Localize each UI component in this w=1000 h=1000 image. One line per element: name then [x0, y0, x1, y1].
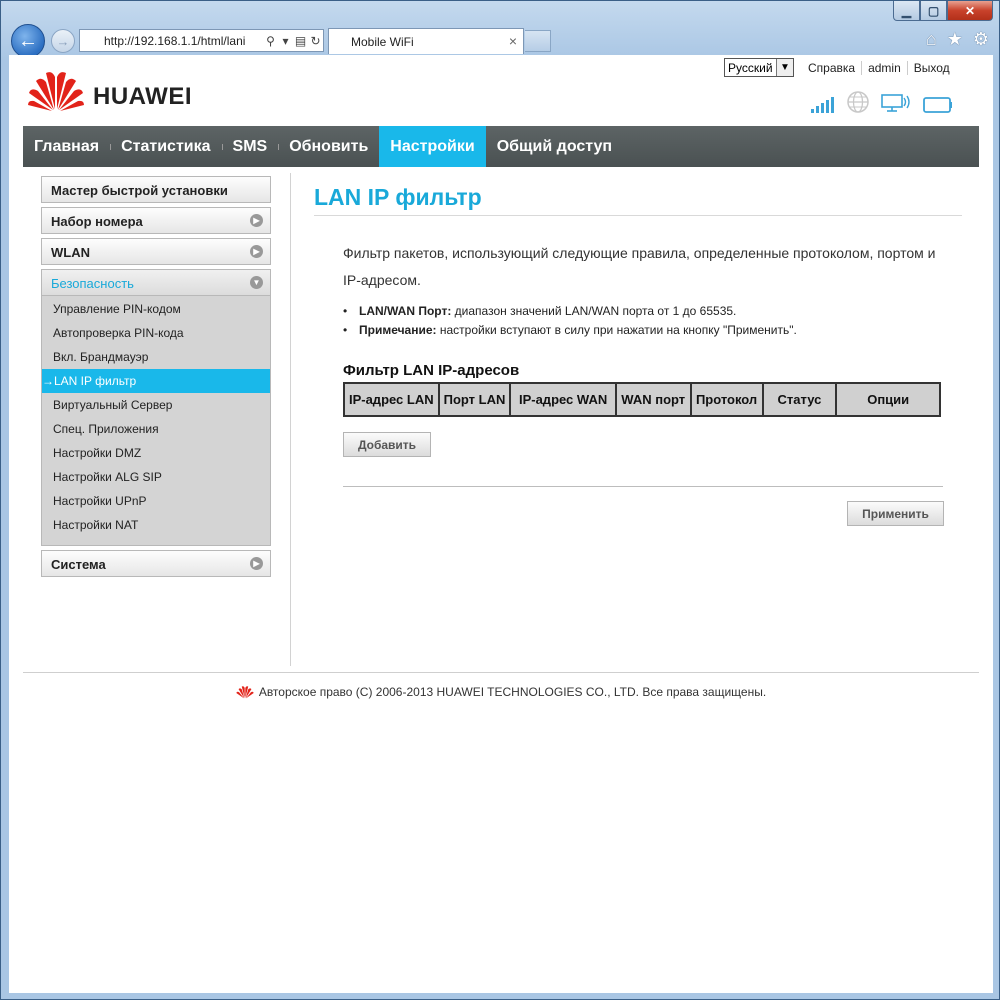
- page-title: LAN IP фильтр: [314, 184, 962, 216]
- security-submenu: Управление PIN-кодом Автопроверка PIN-ко…: [41, 296, 271, 546]
- chevron-right-icon: ▶: [250, 557, 263, 570]
- list-item: LAN/WAN Порт: диапазон значений LAN/WAN …: [343, 304, 962, 323]
- sidebar-subitem-nat[interactable]: Настройки NAT: [42, 513, 270, 537]
- main-content: LAN IP фильтр Фильтр пакетов, использующ…: [314, 184, 962, 526]
- sidebar-item-label: Безопасность: [51, 276, 134, 291]
- note-label: LAN/WAN Порт:: [359, 304, 452, 318]
- intro-text: Фильтр пакетов, использующий следующие п…: [343, 245, 936, 288]
- column-header: Протокол: [689, 382, 764, 417]
- sidebar-item-label: Набор номера: [51, 214, 143, 229]
- compat-view-icon[interactable]: ▤: [293, 34, 308, 48]
- chevron-right-icon: ▶: [250, 245, 263, 258]
- sidebar-item-security[interactable]: Безопасность ▼: [41, 269, 271, 296]
- list-item: Примечание: настройки вступают в силу пр…: [343, 323, 962, 342]
- search-icon[interactable]: ⚲: [263, 34, 278, 48]
- column-header: Статус: [761, 382, 838, 417]
- sidebar-subitem-lan-ip-filter[interactable]: →LAN IP фильтр: [42, 369, 270, 393]
- nav-statistics[interactable]: Статистика: [110, 126, 221, 167]
- note-text: диапазон значений LAN/WAN порта от 1 до …: [451, 304, 737, 318]
- nav-sms[interactable]: SMS: [221, 126, 279, 167]
- battery-icon: [923, 97, 952, 113]
- sidebar-subitem-pin-management[interactable]: Управление PIN-кодом: [42, 297, 270, 321]
- favorites-star-icon[interactable]: ★: [947, 29, 963, 50]
- logout-link[interactable]: Выход: [906, 61, 956, 75]
- browser-tools: ⌂ ★ ⚙: [926, 29, 989, 50]
- nav-home[interactable]: Главная: [23, 126, 110, 167]
- brand-name: HUAWEI: [93, 83, 192, 110]
- sidebar-item-system[interactable]: Система ▶: [41, 550, 271, 577]
- add-button[interactable]: Добавить: [343, 432, 431, 457]
- settings-sidebar: Мастер быстрой установки Набор номера ▶ …: [41, 176, 271, 581]
- browser-window: ▁ ▢ ✕ ← → http://192.168.1.1/html/lani ⚲…: [0, 0, 1000, 1000]
- tab-title: Mobile WiFi: [351, 35, 414, 49]
- back-arrow-icon[interactable]: ←: [11, 24, 45, 58]
- arrow-right-icon: →: [42, 374, 54, 388]
- help-link[interactable]: Справка: [802, 61, 861, 75]
- copyright-text: Авторское право (C) 2006-2013 HUAWEI TEC…: [258, 685, 767, 699]
- sidebar-item-dialup[interactable]: Набор номера ▶: [41, 207, 271, 234]
- refresh-icon[interactable]: ↻: [308, 34, 323, 48]
- table-header-row: IP-адрес LAN Порт LAN IP-адрес WAN WAN п…: [343, 382, 941, 417]
- window-controls: ▁ ▢ ✕: [893, 1, 993, 21]
- notes-list: LAN/WAN Порт: диапазон значений LAN/WAN …: [343, 304, 962, 342]
- new-tab-button[interactable]: [525, 30, 551, 52]
- sidebar-item-label: Система: [51, 557, 106, 572]
- divider: [343, 486, 943, 487]
- top-links: Справка admin Выход: [802, 61, 956, 75]
- sidebar-subitem-pin-autocheck[interactable]: Автопроверка PIN-кода: [42, 321, 270, 345]
- main-nav: Главная Статистика SMS Обновить Настройк…: [23, 126, 979, 167]
- minimize-icon[interactable]: ▁: [893, 1, 920, 21]
- page-viewport: HUAWEI Русский ▼ Справка admin Выход Гла…: [9, 55, 993, 993]
- column-header: IP-адрес WAN: [509, 382, 617, 417]
- tab-close-icon[interactable]: ×: [509, 33, 517, 49]
- note-text: настройки вступают в силу при нажатии на…: [436, 323, 797, 337]
- sidebar-subitem-upnp[interactable]: Настройки UPnP: [42, 489, 270, 513]
- language-select[interactable]: Русский ▼: [724, 58, 794, 77]
- sidebar-subitem-alg-sip[interactable]: Настройки ALG SIP: [42, 465, 270, 489]
- column-header: WAN порт: [614, 382, 692, 417]
- footer-divider: [23, 672, 979, 673]
- nav-settings[interactable]: Настройки: [379, 126, 486, 167]
- vertical-divider: [290, 173, 291, 666]
- sidebar-subitem-label: LAN IP фильтр: [54, 374, 137, 388]
- huawei-small-logo-icon: [236, 686, 254, 699]
- address-bar[interactable]: http://192.168.1.1/html/lani ⚲ ▾ ▤ ↻: [79, 29, 324, 52]
- sidebar-item-wlan[interactable]: WLAN ▶: [41, 238, 271, 265]
- user-link[interactable]: admin: [861, 61, 907, 75]
- address-url[interactable]: http://192.168.1.1/html/lani: [104, 34, 263, 48]
- language-value[interactable]: Русский: [725, 59, 776, 76]
- sidebar-subitem-special-apps[interactable]: Спец. Приложения: [42, 417, 270, 441]
- column-header: Порт LAN: [437, 382, 512, 417]
- signal-strength-icon: [811, 97, 834, 113]
- chevron-down-icon[interactable]: ▼: [776, 59, 793, 76]
- forward-arrow-icon[interactable]: →: [51, 29, 75, 53]
- sidebar-subitem-virtual-server[interactable]: Виртуальный Сервер: [42, 393, 270, 417]
- nav-sharing[interactable]: Общий доступ: [486, 126, 623, 167]
- huawei-logo-icon: [28, 72, 84, 111]
- sidebar-subitem-dmz[interactable]: Настройки DMZ: [42, 441, 270, 465]
- sidebar-item-quick-setup[interactable]: Мастер быстрой установки: [41, 176, 271, 203]
- lan-ip-filter-table: IP-адрес LAN Порт LAN IP-адрес WAN WAN п…: [343, 382, 941, 417]
- apply-button[interactable]: Применить: [847, 501, 944, 526]
- sidebar-item-label: WLAN: [51, 245, 90, 260]
- globe-icon: [847, 91, 869, 113]
- nav-update[interactable]: Обновить: [278, 126, 379, 167]
- column-header: IP-адрес LAN: [343, 382, 440, 417]
- close-window-icon[interactable]: ✕: [947, 1, 993, 21]
- footer: Авторское право (C) 2006-2013 HUAWEI TEC…: [9, 685, 993, 699]
- sidebar-subitem-firewall[interactable]: Вкл. Брандмауэр: [42, 345, 270, 369]
- filter-table-title: Фильтр LAN IP-адресов: [343, 362, 520, 379]
- home-icon[interactable]: ⌂: [926, 29, 937, 50]
- chevron-down-icon: ▼: [250, 276, 263, 289]
- note-label: Примечание:: [359, 323, 437, 337]
- column-header: Опции: [835, 382, 941, 417]
- maximize-icon[interactable]: ▢: [920, 1, 947, 21]
- browser-tab[interactable]: Mobile WiFi ×: [328, 28, 524, 54]
- connected-devices-icon: [881, 94, 910, 112]
- gear-icon[interactable]: ⚙: [973, 29, 989, 50]
- dropdown-arrow-icon[interactable]: ▾: [278, 34, 293, 48]
- status-icons: [811, 91, 953, 113]
- chevron-right-icon: ▶: [250, 214, 263, 227]
